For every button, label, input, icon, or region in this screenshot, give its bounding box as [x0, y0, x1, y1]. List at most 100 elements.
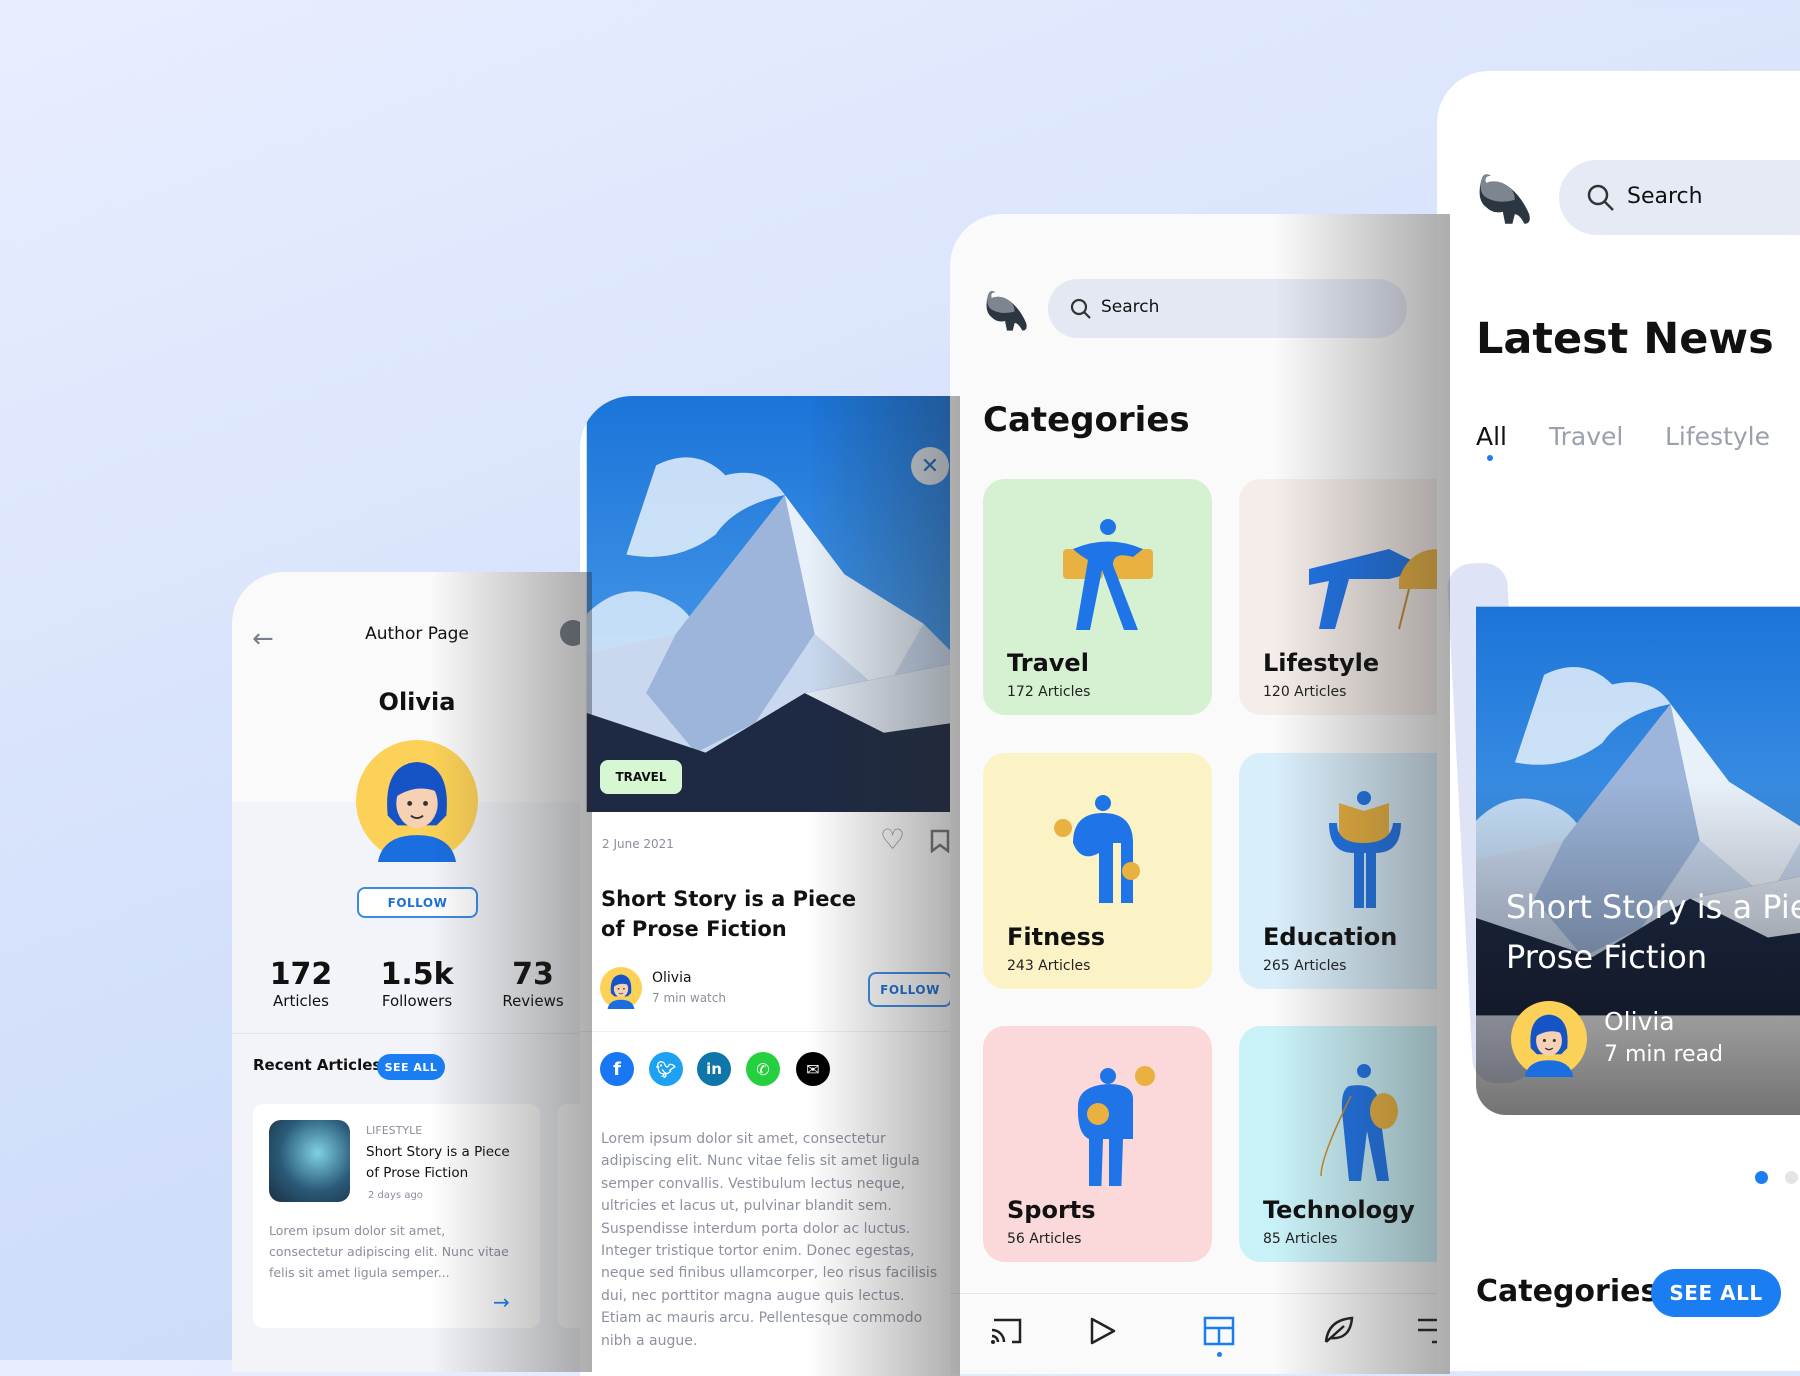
tab-lifestyle[interactable]: Lifestyle	[1665, 422, 1770, 451]
body-line: Suspendisse interdum porta dolor ac luct…	[601, 1220, 911, 1237]
stat-label: Followers	[381, 992, 453, 1010]
category-name: Fitness	[1007, 923, 1106, 951]
app-logo	[982, 288, 1030, 332]
category-tile-travel[interactable]: Travel 172 Articles	[983, 479, 1212, 715]
twitter-share-icon[interactable]: 🐦︎	[649, 1052, 683, 1086]
title-line: of Prose Fiction	[601, 917, 787, 941]
whatsapp-share-icon[interactable]: ✆	[746, 1052, 780, 1086]
fitness-illustration-icon	[1054, 795, 1140, 903]
search-bar[interactable]: Search	[1048, 279, 1407, 338]
search-bar[interactable]: Search	[1559, 160, 1800, 235]
body-line: Etiam ac mauris arcu. Pellentesque commo…	[601, 1310, 923, 1327]
facebook-share-icon[interactable]: f	[600, 1052, 634, 1086]
article-thumbnail	[269, 1120, 350, 1202]
divider	[580, 1031, 960, 1032]
linkedin-share-icon[interactable]: in	[697, 1052, 731, 1086]
categories-heading: Categories	[1476, 1274, 1659, 1309]
article-title: Short Story is a Piece of Prose Fiction	[366, 1142, 510, 1184]
category-count: 243 Articles	[1007, 958, 1091, 974]
active-tab-dot	[1487, 455, 1493, 461]
stat-followers: 1.5k Followers	[380, 957, 453, 1010]
see-all-button[interactable]: SEE ALL	[1651, 1269, 1781, 1317]
article-hero-image	[586, 396, 954, 812]
stat-label: Reviews	[502, 992, 564, 1010]
body-line: nibh a augue.	[601, 1332, 698, 1349]
tab-travel[interactable]: Travel	[1549, 422, 1623, 451]
page-title: Categories	[983, 400, 1190, 440]
stat-articles: 172 Articles	[270, 957, 333, 1010]
excerpt-line: consectetur adipiscing elit. Nunc vitae	[269, 1244, 509, 1259]
author-page-screen: ← Author Page Olivia FOLLOW 172 Articles…	[232, 572, 592, 1372]
category-tile-education[interactable]: Education 265 Articles	[1239, 753, 1450, 989]
article-excerpt: Lorem ipsum dolor sit amet, consectetur …	[269, 1220, 509, 1283]
category-name: Technology	[1263, 1196, 1415, 1224]
tab-all[interactable]: All	[1476, 422, 1507, 451]
author-avatar	[600, 967, 642, 1009]
app-logo	[1474, 171, 1534, 225]
like-heart-icon[interactable]: ♡	[880, 826, 905, 854]
email-share-icon[interactable]: ✉	[796, 1052, 830, 1086]
category-tile-sports[interactable]: Sports 56 Articles	[983, 1026, 1212, 1262]
body-line: Lorem ipsum dolor sit amet, consectetur	[601, 1131, 886, 1147]
page-title: Author Page	[365, 624, 469, 644]
follow-button[interactable]: FOLLOW	[357, 887, 478, 918]
excerpt-line: Lorem ipsum dolor sit amet,	[269, 1223, 446, 1238]
follow-button[interactable]: FOLLOW	[868, 972, 952, 1007]
read-more-arrow-icon[interactable]: →	[493, 1290, 510, 1314]
article-category: LIFESTYLE	[366, 1124, 423, 1137]
title-line: Short Story is a Piece	[366, 1144, 510, 1160]
carousel-dot[interactable]	[1785, 1171, 1798, 1184]
category-tag: TRAVEL	[600, 760, 682, 794]
sports-illustration-icon	[1077, 1066, 1155, 1186]
categories-screen: Search Categories Travel 172 Articles Life…	[950, 214, 1450, 1374]
stat-value: 172	[269, 957, 333, 992]
cast-icon[interactable]	[990, 1316, 1024, 1346]
back-arrow-icon[interactable]: ←	[252, 624, 274, 654]
body-line: ultricies et lacus ut, pulvinar blandit …	[601, 1198, 892, 1215]
author-name: Olivia	[1604, 1007, 1675, 1036]
search-placeholder: Search	[1101, 297, 1160, 317]
search-icon	[1587, 184, 1614, 211]
latest-news-screen: Search Latest News All Travel Lifestyle …	[1437, 71, 1800, 1371]
article-detail-screen: ✕ TRAVEL 2 June 2021 ♡ Short Story is a …	[580, 396, 960, 1376]
article-card[interactable]: LIFESTYLE Short Story is a Piece of Pros…	[253, 1104, 540, 1328]
article-date: 2 June 2021	[602, 837, 674, 851]
author-name: Olivia	[378, 688, 456, 716]
body-line: adipiscing elit. Nunc vitae felis sit am…	[601, 1153, 920, 1170]
read-time: 7 min read	[1604, 1042, 1724, 1067]
category-tile-fitness[interactable]: Fitness 243 Articles	[983, 753, 1212, 989]
recent-articles-heading: Recent Articles	[253, 1056, 382, 1074]
category-name: Sports	[1007, 1196, 1096, 1224]
search-placeholder: Search	[1627, 184, 1703, 209]
article-time: 2 days ago	[368, 1190, 423, 1201]
category-name: Education	[1263, 923, 1398, 951]
author-avatar	[356, 740, 478, 862]
close-button[interactable]: ✕	[911, 447, 949, 485]
bottom-nav	[950, 1294, 1450, 1374]
carousel-dot-active[interactable]	[1755, 1171, 1768, 1184]
category-tile-lifestyle[interactable]: Lifestyle 120 Articles	[1239, 479, 1450, 715]
play-icon[interactable]	[1088, 1316, 1118, 1346]
title-line: Short Story is a Piece	[601, 887, 857, 911]
stat-label: Articles	[273, 992, 329, 1010]
category-name: Lifestyle	[1263, 649, 1380, 677]
dashboard-icon[interactable]	[1203, 1316, 1235, 1346]
lifestyle-illustration-icon	[1309, 549, 1439, 630]
category-count: 85 Articles	[1263, 1231, 1338, 1247]
divider	[232, 1033, 592, 1034]
see-all-button[interactable]: SEE ALL	[377, 1054, 445, 1080]
read-duration: 7 min watch	[652, 991, 726, 1005]
title-line: Short Story is a Pie	[1506, 888, 1800, 926]
category-tile-technology[interactable]: Technology 85 Articles	[1239, 1026, 1450, 1262]
body-line: semper convallis. Vestibulum lectus nequ…	[601, 1175, 906, 1192]
article-title: Short Story is a Piece of Prose Fiction	[601, 884, 856, 944]
leaf-icon[interactable]	[1322, 1314, 1354, 1346]
travel-illustration-icon	[1063, 519, 1153, 630]
bookmark-icon[interactable]	[930, 829, 950, 853]
active-nav-dot	[1217, 1352, 1222, 1357]
education-illustration-icon	[1329, 791, 1401, 908]
author-name: Olivia	[652, 970, 692, 986]
featured-article-card[interactable]: Short Story is a Pie Prose Fiction Olivi…	[1476, 507, 1800, 1115]
article-body: Lorem ipsum dolor sit amet, consectetur …	[601, 1128, 937, 1352]
category-count: 120 Articles	[1263, 684, 1347, 700]
